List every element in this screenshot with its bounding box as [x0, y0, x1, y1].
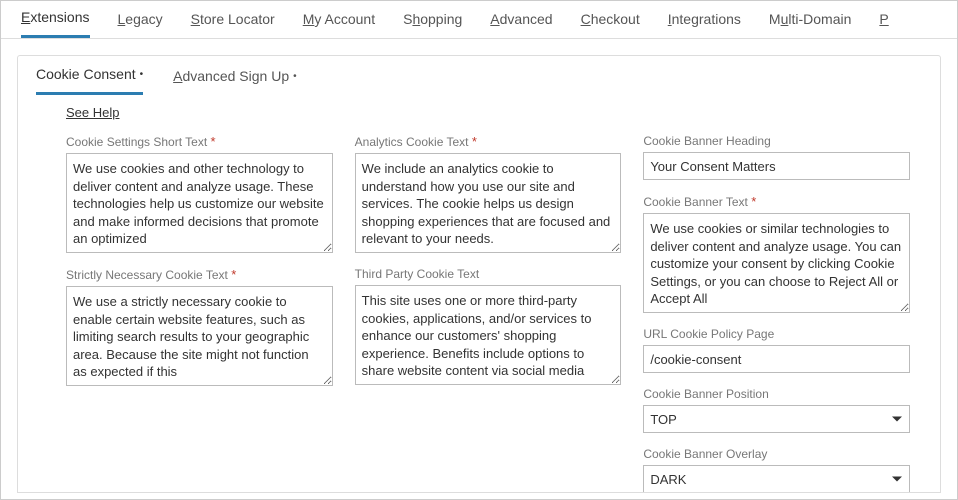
- col-2: Analytics Cookie Text * Third Party Cook…: [355, 134, 622, 493]
- see-help-link[interactable]: See Help: [66, 105, 119, 120]
- nav-multi-domain[interactable]: Multi-Domain: [769, 11, 851, 37]
- input-banner-heading[interactable]: [643, 152, 910, 180]
- textarea-strictly-necessary[interactable]: [66, 286, 333, 386]
- field-analytics: Analytics Cookie Text *: [355, 134, 622, 253]
- field-url-policy: URL Cookie Policy Page: [643, 327, 910, 373]
- label-analytics: Analytics Cookie Text *: [355, 134, 622, 149]
- nav-legacy[interactable]: Legacy: [118, 11, 163, 37]
- label-cookie-settings-short: Cookie Settings Short Text *: [66, 134, 333, 149]
- select-banner-position[interactable]: [643, 405, 910, 433]
- field-strictly-necessary: Strictly Necessary Cookie Text *: [66, 267, 333, 386]
- textarea-third-party[interactable]: [355, 285, 622, 385]
- dot-icon: •: [136, 69, 144, 80]
- field-banner-overlay: Cookie Banner Overlay: [643, 447, 910, 493]
- textarea-cookie-settings-short[interactable]: [66, 153, 333, 253]
- label-banner-overlay: Cookie Banner Overlay: [643, 447, 910, 461]
- field-third-party: Third Party Cookie Text: [355, 267, 622, 385]
- label-third-party: Third Party Cookie Text: [355, 267, 622, 281]
- label-banner-heading: Cookie Banner Heading: [643, 134, 910, 148]
- nav-checkout[interactable]: Checkout: [581, 11, 640, 37]
- form-grid: Cookie Settings Short Text * Strictly Ne…: [18, 134, 940, 493]
- config-panel: Cookie Consent• Advanced Sign Up• See He…: [17, 55, 941, 493]
- nav-shopping[interactable]: Shopping: [403, 11, 462, 37]
- top-nav: Extensions Legacy Store Locator My Accou…: [1, 1, 957, 39]
- field-banner-text: Cookie Banner Text *: [643, 194, 910, 313]
- input-url-policy[interactable]: [643, 345, 910, 373]
- label-banner-text: Cookie Banner Text *: [643, 194, 910, 209]
- label-banner-position: Cookie Banner Position: [643, 387, 910, 401]
- field-banner-position: Cookie Banner Position: [643, 387, 910, 433]
- subtab-advanced-signup[interactable]: Advanced Sign Up•: [173, 68, 297, 94]
- field-cookie-settings-short: Cookie Settings Short Text *: [66, 134, 333, 253]
- col-3: Cookie Banner Heading Cookie Banner Text…: [643, 134, 910, 493]
- nav-advanced[interactable]: Advanced: [490, 11, 552, 37]
- label-url-policy: URL Cookie Policy Page: [643, 327, 910, 341]
- nav-extensions[interactable]: Extensions: [21, 9, 90, 38]
- dot-icon: •: [289, 71, 297, 82]
- subtab-cookie-consent[interactable]: Cookie Consent•: [36, 66, 143, 95]
- field-banner-heading: Cookie Banner Heading: [643, 134, 910, 180]
- textarea-analytics[interactable]: [355, 153, 622, 253]
- col-1: Cookie Settings Short Text * Strictly Ne…: [66, 134, 333, 493]
- nav-integrations[interactable]: Integrations: [668, 11, 741, 37]
- nav-my-account[interactable]: My Account: [303, 11, 375, 37]
- subtabs: Cookie Consent• Advanced Sign Up•: [18, 56, 940, 95]
- nav-p[interactable]: P: [879, 11, 888, 37]
- nav-store-locator[interactable]: Store Locator: [191, 11, 275, 37]
- label-strictly-necessary: Strictly Necessary Cookie Text *: [66, 267, 333, 282]
- select-banner-overlay[interactable]: [643, 465, 910, 493]
- textarea-banner-text[interactable]: [643, 213, 910, 313]
